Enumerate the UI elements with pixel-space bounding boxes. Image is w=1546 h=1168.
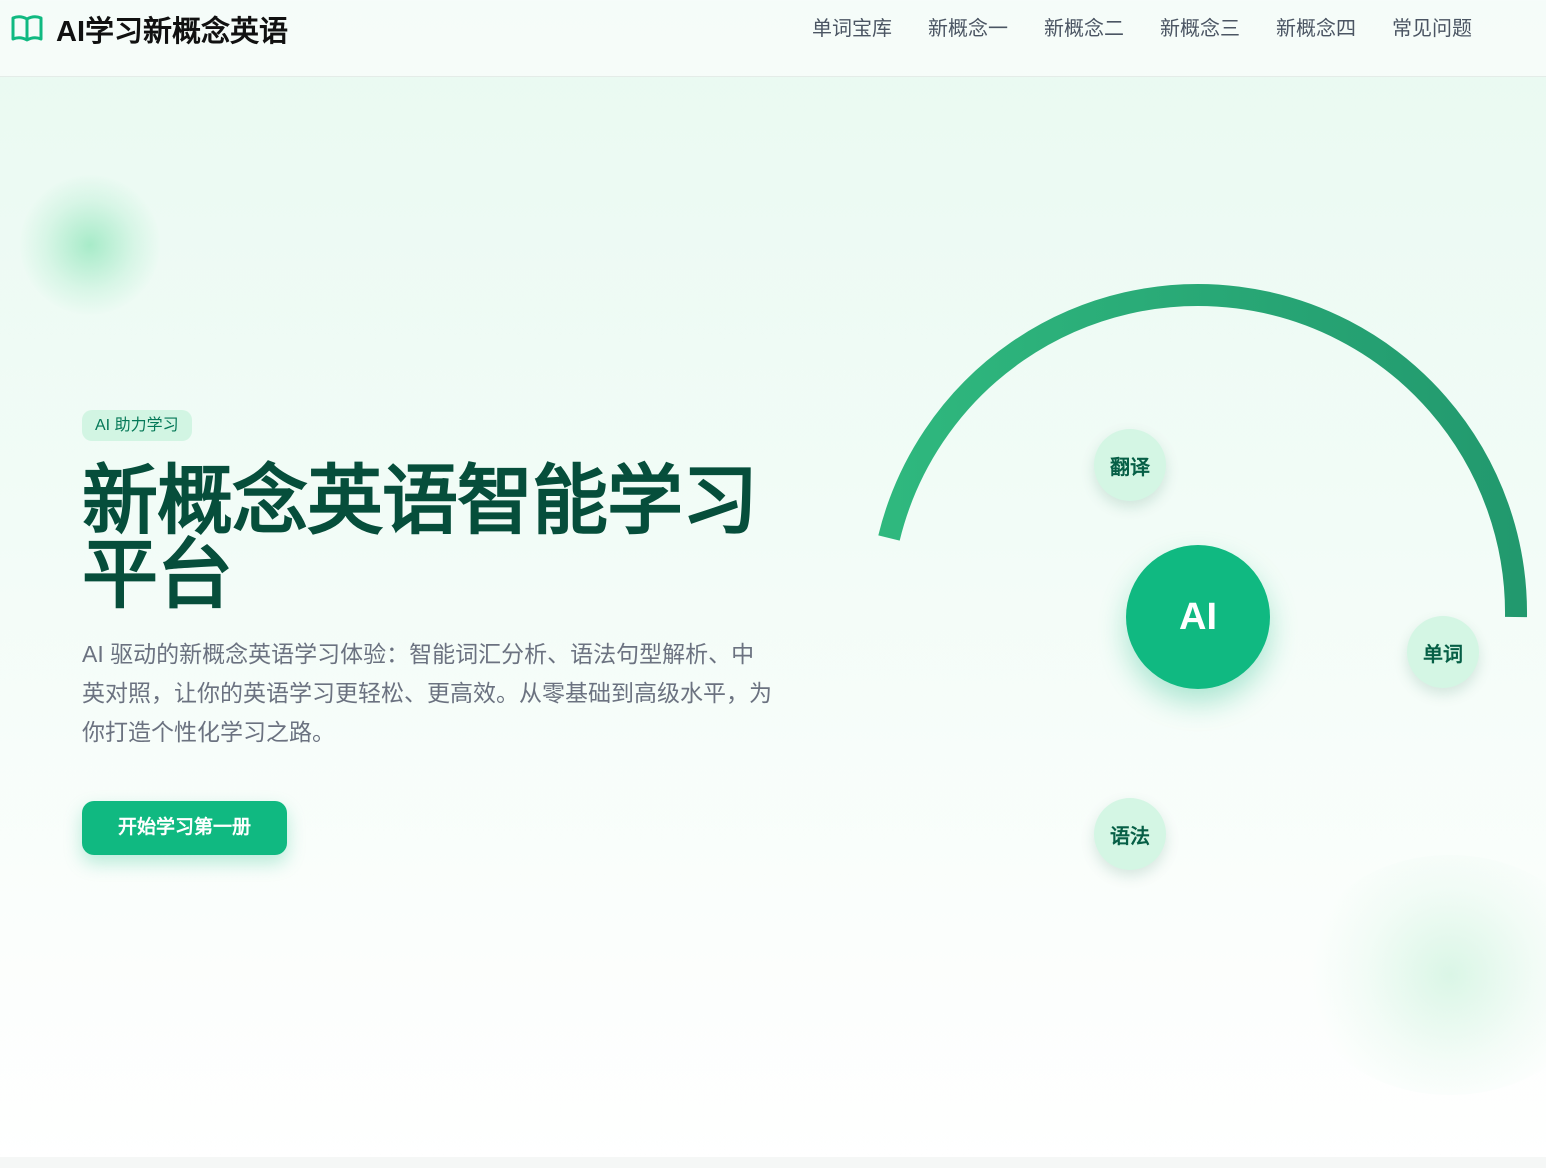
start-book-1-button[interactable]: 开始学习第一册 xyxy=(82,801,288,855)
nav-link-nce-book-3[interactable]: 新概念三 xyxy=(1160,15,1240,43)
hero-badge: AI 助力学习 xyxy=(82,410,192,441)
nav-link-nce-book-1[interactable]: 新概念一 xyxy=(928,15,1008,43)
site-logo[interactable]: AI学习新概念英语 xyxy=(10,11,289,48)
hero-description: AI 驱动的新概念英语学习体验：智能词汇分析、语法句型解析、中英对照，让你的英语… xyxy=(82,641,772,745)
nav-link-word-library[interactable]: 单词宝库 xyxy=(812,15,892,43)
next-section-edge xyxy=(0,1157,1546,1168)
nav-link-faq[interactable]: 常见问题 xyxy=(1392,15,1472,43)
feature-bubble-words: 单词 xyxy=(1407,616,1479,688)
nav-link-nce-book-2[interactable]: 新概念二 xyxy=(1044,15,1124,43)
nav-link-nce-book-4[interactable]: 新概念四 xyxy=(1276,15,1356,43)
open-book-icon xyxy=(10,12,44,46)
hero-title: 新概念英语智能学习平台 xyxy=(82,459,758,618)
feature-bubble-translate: 翻译 xyxy=(1094,429,1166,501)
decorative-blob-left xyxy=(20,175,160,315)
top-navbar: AI学习新概念英语 单词宝库 新概念一 新概念二 新概念三 新概念四 常见问题 xyxy=(0,0,1546,77)
feature-bubble-grammar: 语法 xyxy=(1094,798,1166,870)
ai-core-circle: AI xyxy=(1126,545,1270,689)
decorative-blob-right xyxy=(1300,855,1546,1095)
site-title: AI学习新概念英语 xyxy=(56,16,289,48)
main-nav: 单词宝库 新概念一 新概念二 新概念三 新概念四 常见问题 xyxy=(812,15,1472,43)
hero-section: AI 助力学习 新概念英语智能学习平台 AI 驱动的新概念英语学习体验：智能词汇… xyxy=(82,410,772,855)
